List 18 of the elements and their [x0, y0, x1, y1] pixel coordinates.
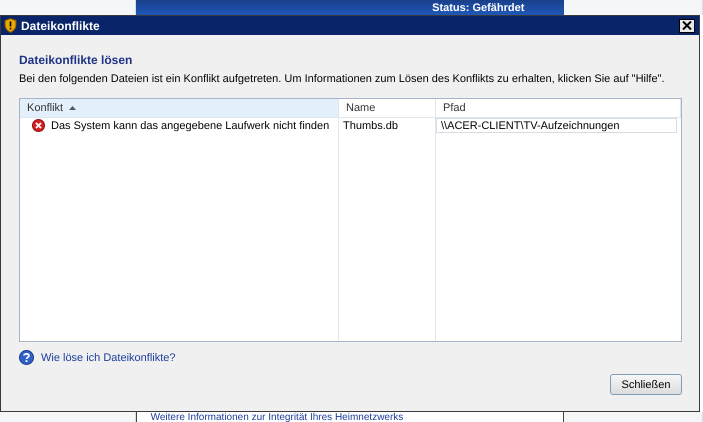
shield-warning-icon — [4, 18, 17, 33]
table-cell: Thumbs.db — [339, 118, 436, 133]
network-info-link[interactable]: Weitere Informationen zur Integrität Ihres Heimnetzwerks — [150, 412, 404, 422]
help-link[interactable]: Wie löse ich Dateikonflikte? — [41, 352, 176, 364]
status-text: Status: Gefährdet — [432, 2, 524, 14]
column-header[interactable]: Name — [339, 99, 436, 118]
column-header[interactable]: Konflikt — [20, 99, 339, 118]
help-icon — [19, 350, 34, 365]
column-header[interactable]: Pfad — [436, 99, 681, 118]
sort-arrow-icon — [69, 106, 76, 110]
dialog-description: Bei den folgenden Dateien ist ein Konflikt aufgetreten. Um Informationen zum Lösen des Konflikts zu erhalten, klicken Sie auf "Hilfe". — [19, 73, 666, 85]
conflict-text: Das System kann das angegebene Laufwerk nicht finden — [51, 120, 330, 132]
table-cell: \\ACER-CLIENT\TV-Aufzeichnungen — [436, 118, 677, 133]
error-icon — [32, 119, 45, 132]
dialog-heading: Dateikonflikte lösen — [19, 53, 134, 67]
close-button[interactable] — [679, 18, 695, 32]
window-title: Dateikonflikte — [21, 18, 101, 32]
close-dialog-button[interactable]: Schließen — [610, 374, 682, 395]
